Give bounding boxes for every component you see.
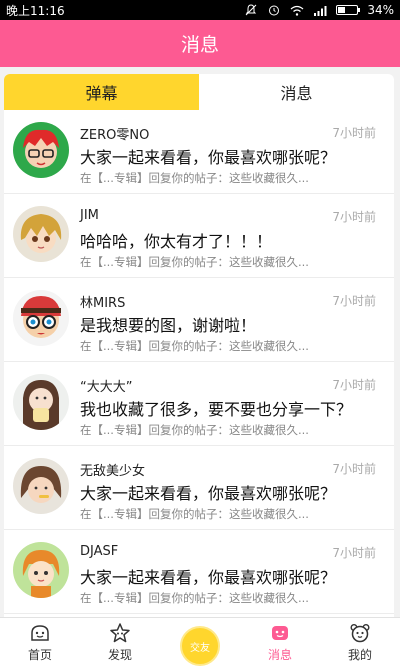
avatar[interactable] [13, 290, 69, 346]
message-context: 在【...专辑】回复你的帖子：这些收藏很久... [80, 339, 309, 353]
home-icon [31, 625, 49, 641]
message-time: 7小时前 [332, 546, 376, 560]
avatar[interactable] [13, 374, 69, 430]
wifi-icon [290, 3, 304, 17]
message-time: 7小时前 [332, 294, 376, 308]
message-list: ZERO零NO 7小时前 大家一起来看看，你最喜欢哪张呢？ 在【...专辑】回复… [4, 110, 394, 617]
nav-messages-label: 消息 [267, 648, 292, 662]
battery-percent: 34% [367, 3, 394, 17]
tab-bar: 弹幕 消息 [4, 74, 394, 110]
message-context: 在【...专辑】回复你的帖子：这些收藏很久... [80, 255, 309, 269]
username: ZERO零NO [80, 128, 150, 143]
nav-mine-label: 我的 [347, 648, 372, 662]
page-header: 消息 [0, 20, 400, 67]
avatar[interactable] [13, 206, 69, 262]
username: DJASF [80, 544, 119, 559]
list-item[interactable]: ZERO零NO 7小时前 大家一起来看看，你最喜欢哪张呢？ 在【...专辑】回复… [4, 110, 394, 194]
list-item[interactable]: 林MIRS 7小时前 是我想要的图，谢谢啦！ 在【...专辑】回复你的帖子：这些… [4, 278, 394, 362]
message-face-icon [272, 626, 288, 640]
tab-danmaku[interactable]: 弹幕 [4, 74, 199, 110]
message-context: 在【...专辑】回复你的帖子：这些收藏很久... [80, 423, 309, 437]
nav-home-label: 首页 [27, 648, 52, 662]
tab-messages[interactable]: 消息 [199, 74, 394, 110]
status-time: 晚上11:16 [6, 3, 65, 18]
nav-discover[interactable]: 发现 [80, 618, 160, 667]
username: 林MIRS [80, 296, 126, 311]
username: JIM [80, 208, 99, 223]
avatar[interactable] [13, 542, 69, 598]
mute-bell-icon [244, 3, 258, 17]
center-action-button[interactable]: 交友 [180, 626, 220, 666]
nav-discover-label: 发现 [107, 648, 132, 662]
star-face-icon [110, 623, 130, 643]
list-item[interactable]: “大大大” 7小时前 我也收藏了很多，要不要也分享一下？ 在【...专辑】回复你… [4, 362, 394, 446]
message-text: 大家一起来看看，你最喜欢哪张呢？ [80, 148, 337, 167]
list-item[interactable]: 无敌美少女 7小时前 大家一起来看看，你最喜欢哪张呢？ 在【...专辑】回复你的… [4, 446, 394, 530]
nav-home[interactable]: 首页 [0, 618, 80, 667]
list-item[interactable]: DJASF 7小时前 大家一起来看看，你最喜欢哪张呢？ 在【...专辑】回复你的… [4, 530, 394, 614]
message-text: 我也收藏了很多，要不要也分享一下？ [80, 400, 353, 419]
list-item[interactable]: JIM 7小时前 哈哈哈，你太有才了！！！ 在【...专辑】回复你的帖子：这些收… [4, 194, 394, 278]
battery-icon [336, 5, 361, 15]
username: “大大大” [80, 380, 133, 395]
status-bar: 晚上11:16 34% [0, 0, 400, 20]
message-time: 7小时前 [332, 378, 376, 392]
message-text: 大家一起来看看，你最喜欢哪张呢？ [80, 484, 337, 503]
message-context: 在【...专辑】回复你的帖子：这些收藏很久... [80, 507, 309, 521]
message-time: 7小时前 [332, 462, 376, 476]
message-time: 7小时前 [332, 126, 376, 140]
bear-face-icon [350, 624, 370, 643]
message-context: 在【...专辑】回复你的帖子：这些收藏很久... [80, 171, 309, 185]
message-context: 在【...专辑】回复你的帖子：这些收藏很久... [80, 591, 309, 605]
signal-icon [313, 3, 327, 17]
message-time: 7小时前 [332, 210, 376, 224]
center-button-label: 交友 [190, 642, 210, 654]
alarm-icon [267, 3, 281, 17]
nav-mine[interactable]: 我的 [320, 618, 400, 667]
nav-center[interactable]: 交友 [160, 618, 240, 667]
message-text: 是我想要的图，谢谢啦！ [80, 316, 257, 335]
avatar[interactable] [13, 458, 69, 514]
nav-messages[interactable]: 消息 [240, 618, 320, 667]
bottom-nav: 首页 发现 交友 消息 我的 [0, 617, 400, 667]
message-text: 大家一起来看看，你最喜欢哪张呢？ [80, 568, 337, 587]
message-text: 哈哈哈，你太有才了！！！ [80, 232, 273, 251]
page-title: 消息 [180, 34, 219, 56]
username: 无敌美少女 [80, 464, 146, 479]
avatar[interactable] [13, 122, 69, 178]
